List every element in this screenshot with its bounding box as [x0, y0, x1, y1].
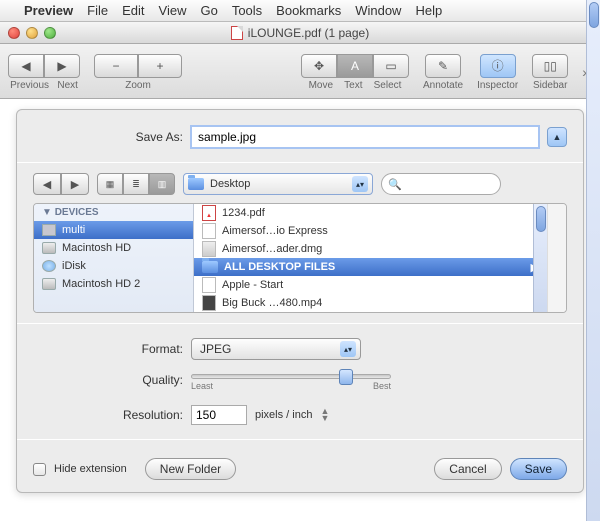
quality-slider-thumb[interactable] [339, 369, 353, 385]
inspector-button[interactable]: ⓘ [480, 54, 516, 78]
menu-file[interactable]: File [87, 3, 108, 18]
new-folder-button[interactable]: New Folder [145, 458, 236, 480]
resolution-units-label: pixels / inch [255, 409, 312, 421]
view-list-button[interactable]: ≣ [123, 173, 149, 195]
collapse-browser-button[interactable]: ▲ [547, 127, 567, 147]
popup-arrows-icon: ▴▾ [352, 176, 368, 192]
view-icons-button[interactable]: ▦ [97, 173, 123, 195]
device-macintosh-hd[interactable]: Macintosh HD [34, 239, 193, 257]
zoom-in-button[interactable]: + [138, 54, 182, 78]
menu-view[interactable]: View [159, 3, 187, 18]
file-item[interactable]: Big Buck …480.mp4 [194, 294, 547, 312]
location-value: Desktop [210, 178, 250, 190]
folder-icon [202, 261, 218, 273]
quality-max-label: Best [373, 381, 391, 391]
file-item[interactable]: Apple - Start [194, 276, 547, 294]
nav-back-button[interactable]: ◀ [33, 173, 61, 195]
display-icon [42, 224, 56, 236]
format-label: Format: [33, 342, 183, 356]
sidebar-button[interactable]: ▯▯ [532, 54, 568, 78]
device-idisk[interactable]: iDisk [34, 257, 193, 275]
menu-go[interactable]: Go [200, 3, 217, 18]
document-proxy-icon[interactable] [231, 26, 243, 40]
harddrive-icon [42, 278, 56, 290]
menu-window[interactable]: Window [355, 3, 401, 18]
search-field[interactable]: 🔍 [381, 173, 501, 195]
window-title: iLOUNGE.pdf (1 page) [248, 26, 369, 40]
search-icon: 🔍 [388, 178, 402, 191]
sidebar-header-devices: ▼ DEVICES [34, 204, 193, 221]
menu-edit[interactable]: Edit [122, 3, 144, 18]
save-button[interactable]: Save [510, 458, 567, 480]
device-macintosh-hd-2[interactable]: Macintosh HD 2 [34, 275, 193, 293]
resolution-label: Resolution: [33, 408, 183, 422]
view-columns-button[interactable]: ▥ [149, 173, 175, 195]
save-dialog: Save As: ▲ ◀ ▶ ▦ ≣ ▥ Desktop ▴▾ 🔍 [16, 109, 584, 493]
zoom-out-button[interactable]: − [94, 54, 138, 78]
harddrive-icon [42, 242, 56, 254]
filelist-scrollbar[interactable] [533, 204, 547, 312]
location-popup[interactable]: Desktop ▴▾ [183, 173, 373, 195]
idisk-icon [42, 260, 56, 272]
device-multi[interactable]: multi [34, 221, 193, 239]
preview-toolbar: ◀ ▶ Previous Next − + Zoom ✥ A ▭ Move Te… [0, 44, 600, 99]
document-icon [202, 223, 216, 239]
quality-slider[interactable] [191, 374, 391, 379]
file-item[interactable]: Aimersof…ader.dmg [194, 240, 547, 258]
resolution-stepper[interactable]: ▲▼ [320, 408, 329, 422]
tool-move-button[interactable]: ✥ [301, 54, 337, 78]
file-item[interactable]: 1234.pdf [194, 204, 547, 222]
document-icon [202, 277, 216, 293]
filename-input[interactable] [191, 126, 539, 148]
resolution-input[interactable] [191, 405, 247, 425]
pdf-file-icon [202, 205, 216, 221]
next-button[interactable]: ▶ [44, 54, 80, 78]
hide-extension-label: Hide extension [54, 463, 127, 475]
video-file-icon [202, 295, 216, 311]
save-as-label: Save As: [33, 130, 183, 144]
format-popup[interactable]: JPEG ▴▾ [191, 338, 361, 360]
quality-min-label: Least [191, 381, 213, 391]
empty-column [548, 204, 566, 312]
menu-help[interactable]: Help [415, 3, 442, 18]
window-titlebar: iLOUNGE.pdf (1 page) [0, 22, 600, 44]
tb-previous-label: Previous [10, 80, 49, 91]
nav-forward-button[interactable]: ▶ [61, 173, 89, 195]
tb-annotate-label: Annotate [423, 80, 463, 91]
file-item-selected[interactable]: ALL DESKTOP FILES▶ [194, 258, 547, 276]
previous-button[interactable]: ◀ [8, 54, 44, 78]
format-value: JPEG [200, 342, 231, 356]
preview-window: iLOUNGE.pdf (1 page) ◀ ▶ Previous Next −… [0, 22, 600, 493]
dmg-file-icon [202, 241, 216, 257]
hide-extension-checkbox[interactable] [33, 463, 46, 476]
tb-zoom-label: Zoom [125, 80, 151, 91]
tb-select-label: Select [374, 80, 402, 91]
system-menubar: Preview File Edit View Go Tools Bookmark… [0, 0, 600, 22]
menu-tools[interactable]: Tools [232, 3, 262, 18]
file-item[interactable]: Aimersof…io Express [194, 222, 547, 240]
file-browser: ▼ DEVICES multi Macintosh HD iDisk Macin… [33, 203, 567, 313]
folder-icon [188, 178, 204, 190]
tool-select-button[interactable]: ▭ [373, 54, 409, 78]
tb-text-label: Text [344, 80, 362, 91]
browser-sidebar: ▼ DEVICES multi Macintosh HD iDisk Macin… [34, 204, 194, 312]
menu-bookmarks[interactable]: Bookmarks [276, 3, 341, 18]
cancel-button[interactable]: Cancel [434, 458, 501, 480]
tb-inspector-label: Inspector [477, 80, 518, 91]
tb-sidebar-label: Sidebar [533, 80, 567, 91]
quality-label: Quality: [33, 373, 183, 387]
popup-arrows-icon: ▴▾ [340, 341, 356, 357]
tool-text-button[interactable]: A [337, 54, 373, 78]
annotate-button[interactable]: ✎ [425, 54, 461, 78]
app-menu[interactable]: Preview [24, 3, 73, 18]
file-list-column: 1234.pdf Aimersof…io Express Aimersof…ad… [194, 204, 548, 312]
tb-next-label: Next [57, 80, 78, 91]
tb-move-label: Move [309, 80, 333, 91]
